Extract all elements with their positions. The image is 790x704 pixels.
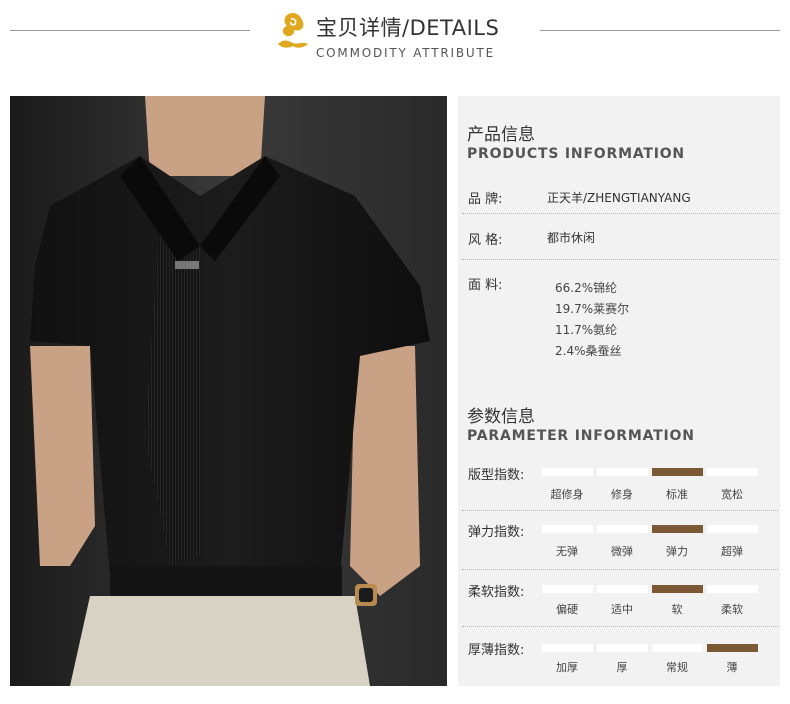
divider (462, 626, 778, 627)
param-label-fit: 版型指数: (468, 468, 525, 483)
fabric-item: 19.7%莱赛尔 (555, 302, 630, 316)
header-left-rule (10, 30, 250, 31)
brand-value: 正天羊/ZHENGTIANYANG (547, 191, 691, 205)
param-option: 宽松 (721, 488, 743, 501)
parameters-title: 参数信息 (467, 407, 535, 427)
param-option: 加厚 (556, 661, 578, 674)
param-option: 适中 (611, 603, 633, 616)
param-option: 标准 (666, 488, 688, 501)
products-subtitle: PRODUCTS INFORMATION (467, 146, 685, 162)
param-option: 修身 (611, 488, 633, 501)
header-right-rule (540, 30, 780, 31)
fabric-item: 11.7%氨纶 (555, 323, 618, 337)
param-bar (597, 644, 648, 652)
param-bar (707, 525, 758, 533)
param-option: 厚 (616, 661, 628, 674)
param-bar-selected (652, 525, 703, 533)
param-option: 弹力 (666, 545, 688, 558)
param-bar (597, 525, 648, 533)
auspicious-cloud-logo-icon (278, 13, 308, 48)
param-bar (542, 585, 593, 593)
page-title: 宝贝详情/DETAILS (316, 16, 500, 40)
param-label-thickness: 厚薄指数: (468, 643, 525, 658)
param-option: 柔软 (721, 603, 743, 616)
parameters-subtitle: PARAMETER INFORMATION (467, 428, 695, 444)
param-bar (542, 644, 593, 652)
param-option: 常规 (666, 661, 688, 674)
param-option: 超弹 (721, 545, 743, 558)
param-bar (707, 585, 758, 593)
param-bar (707, 468, 758, 476)
products-title: 产品信息 (467, 125, 535, 145)
fabric-item: 2.4%桑蚕丝 (555, 344, 622, 358)
page-subtitle: COMMODITY ATTRIBUTE (316, 46, 495, 60)
brand-label: 品 牌: (468, 192, 503, 207)
param-bar (597, 468, 648, 476)
param-option: 微弹 (611, 545, 633, 558)
param-option: 薄 (726, 661, 738, 674)
divider (462, 569, 778, 570)
divider (462, 213, 778, 214)
param-bar-selected (652, 468, 703, 476)
param-label-softness: 柔软指数: (468, 585, 525, 600)
style-value: 都市休闲 (547, 231, 596, 245)
param-bar (542, 525, 593, 533)
param-bar-selected (707, 644, 758, 652)
param-option: 超修身 (550, 488, 584, 501)
divider (462, 510, 778, 511)
param-bar (542, 468, 593, 476)
param-option: 软 (671, 603, 683, 616)
param-bar-selected (652, 585, 703, 593)
divider (462, 259, 778, 260)
param-bar (652, 644, 703, 652)
product-photo (10, 96, 447, 686)
param-option: 无弹 (556, 545, 578, 558)
fabric-item: 66.2%锦纶 (555, 281, 618, 295)
fabric-label: 面 料: (468, 278, 503, 293)
style-label: 风 格: (468, 233, 503, 248)
param-option: 偏硬 (556, 603, 578, 616)
param-label-elasticity: 弹力指数: (468, 525, 525, 540)
param-bar (597, 585, 648, 593)
